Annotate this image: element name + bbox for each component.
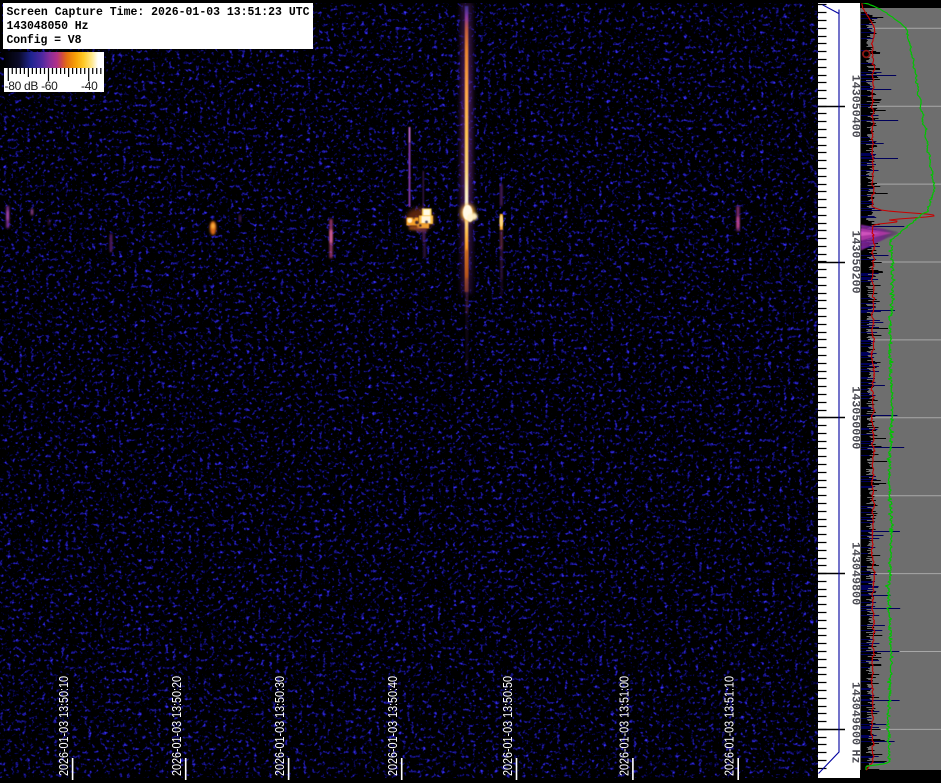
svg-text:143048050 Hz: 143048050 Hz	[7, 20, 89, 33]
svg-text:Config = V8: Config = V8	[7, 34, 82, 47]
svg-text:143050400: 143050400	[849, 75, 862, 138]
svg-text:2026-01-03 13:50:50: 2026-01-03 13:50:50	[501, 676, 515, 776]
svg-text:143049800: 143049800	[849, 542, 862, 605]
svg-text:-80 dB -60: -80 dB -60	[5, 79, 59, 93]
svg-text:Hz: Hz	[849, 750, 862, 764]
svg-text:Screen Capture Time: 2026-01-0: Screen Capture Time: 2026-01-03 13:51:23…	[7, 6, 310, 19]
svg-text:2026-01-03 13:51:10: 2026-01-03 13:51:10	[723, 676, 737, 776]
svg-text:2026-01-03 13:50:20: 2026-01-03 13:50:20	[170, 676, 184, 776]
svg-text:2026-01-03 13:51:00: 2026-01-03 13:51:00	[617, 676, 631, 776]
svg-text:143050000: 143050000	[849, 386, 862, 449]
svg-text:143050200: 143050200	[849, 231, 862, 294]
svg-text:2026-01-03 13:50:30: 2026-01-03 13:50:30	[273, 676, 287, 776]
svg-text:2026-01-03 13:50:40: 2026-01-03 13:50:40	[386, 676, 400, 776]
svg-text:143049600: 143049600	[849, 682, 862, 745]
svg-text:-40: -40	[81, 79, 98, 93]
svg-text:2026-01-03 13:50:10: 2026-01-03 13:50:10	[57, 676, 71, 776]
